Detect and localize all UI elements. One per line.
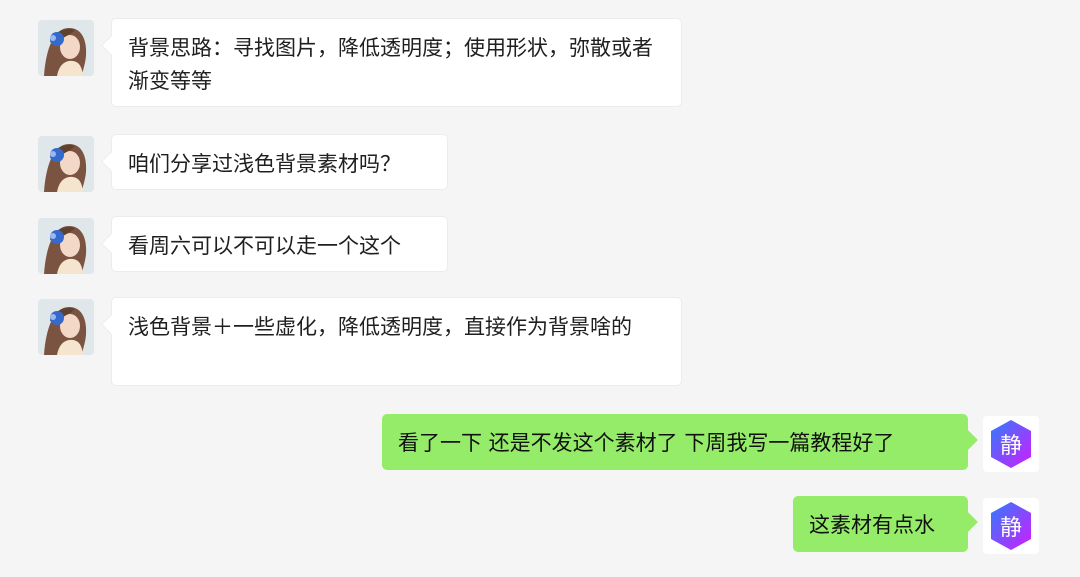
message-text: 这素材有点水 [809,513,935,537]
message-text: 看周六可以不可以走一个这个 [128,234,401,258]
self-avatar-glyph: 静 [1000,434,1022,459]
incoming-message-bubble[interactable]: 看周六可以不可以走一个这个 [111,216,448,272]
message-text: 咱们分享过浅色背景素材吗？ [128,152,401,176]
hexagon-logo-icon: 静 [991,420,1031,468]
incoming-message-bubble[interactable]: 咱们分享过浅色背景素材吗？ [111,134,448,190]
contact-avatar[interactable] [38,20,94,76]
message-text: 看了一下 还是不发这个素材了 下周我写一篇教程好了 [398,431,895,455]
message-text: 背景思路：寻找图片，降低透明度；使用形状，弥散或者渐变等等 [128,36,653,93]
incoming-message-bubble[interactable]: 背景思路：寻找图片，降低透明度；使用形状，弥散或者渐变等等 [111,18,682,107]
self-avatar[interactable]: 静 [983,416,1039,472]
girl-portrait-icon [38,136,94,192]
outgoing-message-bubble[interactable]: 这素材有点水 [793,496,968,552]
girl-portrait-icon [38,218,94,274]
contact-avatar[interactable] [38,218,94,274]
girl-portrait-icon [38,20,94,76]
outgoing-message-bubble[interactable]: 看了一下 还是不发这个素材了 下周我写一篇教程好了 [382,414,968,470]
chat-window: 背景思路：寻找图片，降低透明度；使用形状，弥散或者渐变等等 咱们分享过浅色背景素… [0,0,1080,577]
message-text: 浅色背景＋一些虚化，降低透明度，直接作为背景啥的 [128,315,632,339]
self-avatar[interactable]: 静 [983,498,1039,554]
contact-avatar[interactable] [38,136,94,192]
hexagon-logo-icon: 静 [991,502,1031,550]
contact-avatar[interactable] [38,299,94,355]
girl-portrait-icon [38,299,94,355]
incoming-message-bubble[interactable]: 浅色背景＋一些虚化，降低透明度，直接作为背景啥的 [111,297,682,386]
self-avatar-glyph: 静 [1000,516,1022,541]
